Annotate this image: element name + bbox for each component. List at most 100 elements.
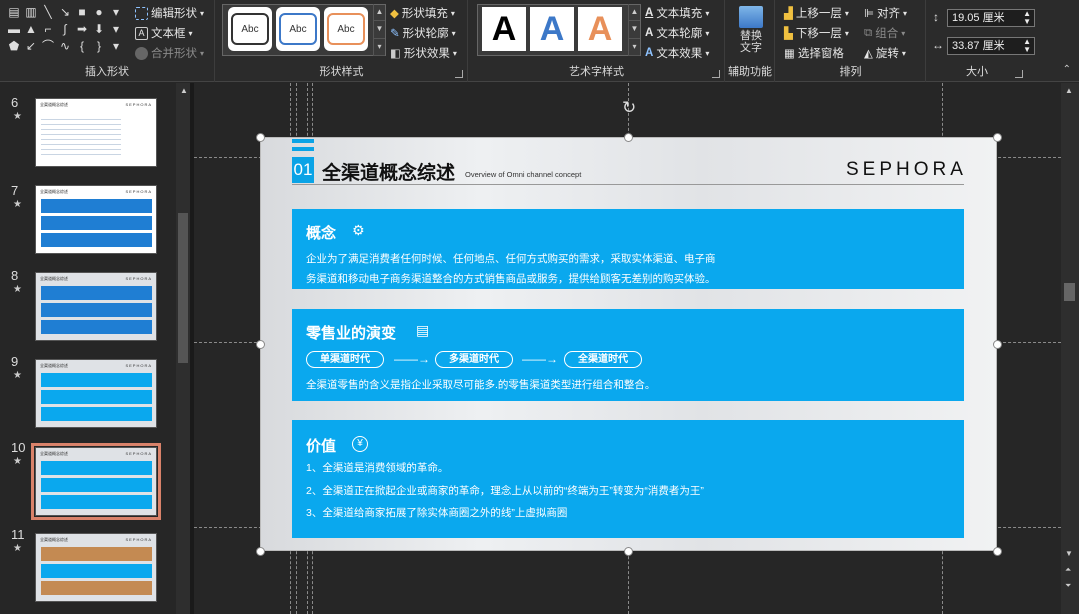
shape-effects-button[interactable]: ◧ 形状效果 ▾ (390, 45, 457, 61)
edit-shape-label: 编辑形状 (151, 8, 197, 20)
brace-left-shape-icon[interactable]: { (74, 38, 90, 55)
chevron-down-icon: ▾ (844, 8, 849, 18)
dialog-launcher-icon[interactable] (455, 70, 463, 78)
slide-thumbnail-8[interactable]: 全渠道概念综述 SEPHORA (35, 272, 157, 341)
triangle-shape-icon[interactable]: ▲ (23, 21, 39, 38)
slide-thumbnail-9[interactable]: 全渠道概念综述 SEPHORA (35, 359, 157, 428)
expand-gallery-icon[interactable]: ▾ (374, 39, 385, 56)
group-button[interactable]: ⧉ 组合 ▾ (864, 25, 905, 41)
previous-slide-icon[interactable]: ⏶ (1065, 565, 1071, 575)
shape-style-3[interactable]: Abc (324, 7, 368, 51)
next-slide-icon[interactable]: ⏷ (1065, 581, 1071, 591)
rotate-button[interactable]: ◭ 旋转 ▾ (864, 45, 906, 61)
scroll-up-icon[interactable]: ▲ (629, 4, 640, 22)
wordart-style-1[interactable]: A (482, 7, 526, 51)
thumb-logo: SEPHORA (125, 189, 152, 194)
resize-handle[interactable] (256, 547, 265, 556)
pentagon-shape-icon[interactable]: ⬟ (6, 38, 22, 55)
shape-style-2[interactable]: Abc (276, 7, 320, 51)
scroll-up-icon[interactable]: ▲ (180, 86, 188, 95)
send-backward-button[interactable]: ▙ 下移一层 ▾ (784, 25, 849, 41)
textbox-shape-icon[interactable]: ▤ (6, 4, 22, 21)
line-shape-icon[interactable]: ╲ (40, 4, 56, 21)
text-outline-label: 文本轮廓 (656, 28, 703, 40)
slide-thumbnail-11[interactable]: 全渠道概念综述 SEPHORA (35, 533, 157, 602)
text-effects-button[interactable]: A 文本效果 ▾ (645, 45, 709, 61)
resize-handle[interactable] (256, 340, 265, 349)
elbow-connector-shape-icon[interactable]: ⌐ (40, 21, 56, 38)
group-label: 组合 (875, 28, 899, 40)
slide-thumbnail-10[interactable]: 全渠道概念综述 SEPHORA (31, 443, 161, 520)
rotate-handle-icon[interactable]: ↻ (622, 98, 636, 118)
rounded-rect-shape-icon[interactable]: ▬ (6, 21, 22, 38)
slide-thumbnail-7[interactable]: 全渠道概念综述 SEPHORA (35, 185, 157, 254)
text-fill-icon: A (645, 7, 654, 19)
wordart-scroll[interactable]: ▲ ▼ ▾ (628, 4, 640, 56)
resize-handle[interactable] (993, 547, 1002, 556)
scroll-up-icon[interactable]: ▲ (1065, 86, 1073, 95)
thumbnail-scrollbar[interactable]: ▲ (176, 83, 190, 614)
scroll-down-icon[interactable]: ▼ (629, 21, 640, 39)
shapes-gallery[interactable]: ▤ ▥ ╲ ↘ ■ ● ▾ ▬ ▲ ⌐ ∫ ➡ ⬇ ▾ ⬟ ↙ ⌒ ∿ { } … (6, 4, 126, 58)
scroll-down-icon[interactable]: ▼ (1065, 549, 1073, 558)
bring-forward-button[interactable]: ▟ 上移一层 ▾ (784, 5, 849, 21)
shape-outline-button[interactable]: ✎ 形状轮廓 ▾ (390, 25, 456, 41)
shape-styles-scroll[interactable]: ▲ ▼ ▾ (373, 4, 385, 56)
slide-thumbnail-6[interactable]: 全渠道概念综述 SEPHORA (35, 98, 157, 167)
wordart-group: A A A ▲ ▼ ▾ A 文本填充 ▾ A 文本轮廓 ▾ A 文本效果 ▾ 艺术字样式 (469, 0, 725, 82)
shape-height-field[interactable]: 19.05 厘米 ▲ ▼ (947, 9, 1035, 27)
resize-handle[interactable] (993, 340, 1002, 349)
edit-shape-button[interactable]: 编辑形状 ▾ (135, 5, 204, 21)
shape-style-1[interactable]: Abc (228, 7, 272, 51)
collapse-ribbon-icon[interactable]: ⌃ (1063, 64, 1071, 75)
thumb-panel (41, 581, 152, 595)
curve-connector-shape-icon[interactable]: ∫ (57, 21, 73, 38)
shapes-scroll-icon[interactable]: ▾ (108, 21, 124, 38)
chevron-down-icon: ▾ (451, 28, 456, 38)
dialog-launcher-icon[interactable] (1015, 70, 1023, 78)
scroll-down-icon[interactable]: ▼ (374, 21, 385, 39)
vertical-textbox-shape-icon[interactable]: ▥ (23, 4, 39, 21)
resize-handle[interactable] (624, 133, 633, 142)
rectangle-shape-icon[interactable]: ■ (74, 4, 90, 21)
resize-handle[interactable] (256, 133, 265, 142)
dialog-launcher-icon[interactable] (712, 70, 720, 78)
thumb-title: 全渠道概念综述 (40, 363, 68, 368)
brace-right-shape-icon[interactable]: } (91, 38, 107, 55)
oval-shape-icon[interactable]: ● (91, 4, 107, 21)
align-button[interactable]: ⊫ 对齐 ▾ (864, 5, 907, 21)
text-outline-button[interactable]: A 文本轮廓 ▾ (645, 25, 709, 41)
alt-text-button[interactable]: 替换 文字 (734, 6, 768, 54)
slide-thumbnail-panel[interactable]: 6 ★ 全渠道概念综述 SEPHORA 7 ★ 全渠道概念综述 SEPHORA … (0, 83, 176, 614)
chevron-down-icon: ▾ (901, 48, 906, 58)
resize-handle[interactable] (993, 133, 1002, 142)
arrow-line-shape-icon[interactable]: ↘ (57, 4, 73, 21)
freeform-shape-icon[interactable]: ∿ (57, 38, 73, 55)
shapes-expand-icon[interactable]: ▾ (108, 38, 124, 55)
rotate-icon: ◭ (864, 48, 873, 60)
spinner-icon[interactable]: ▲ ▼ (1023, 38, 1031, 54)
arc-shape-icon[interactable]: ⌒ (40, 38, 56, 55)
line-arrow-shape-icon[interactable]: ↙ (23, 38, 39, 55)
text-fill-button[interactable]: A 文本填充 ▾ (645, 5, 709, 21)
merge-shapes-button[interactable]: 合并形状 ▾ (135, 45, 204, 61)
canvas-scrollbar[interactable]: ▲ ▼ ⏶ ⏷ (1061, 83, 1079, 614)
spinner-icon[interactable]: ▲ ▼ (1023, 10, 1031, 26)
scroll-up-icon[interactable]: ▲ (374, 4, 385, 22)
shape-fill-button[interactable]: ◆ 形状填充 ▾ (390, 5, 455, 21)
right-arrow-shape-icon[interactable]: ➡ (74, 21, 90, 38)
scrollbar-thumb[interactable] (178, 213, 188, 363)
down-arrow-shape-icon[interactable]: ⬇ (91, 21, 107, 38)
text-box-button[interactable]: A 文本框 ▾ (135, 25, 193, 41)
slide-editing-canvas[interactable]: 01 全渠道概念综述 Overview of Omni channel conc… (194, 83, 1061, 614)
width-icon: ↔ (932, 38, 944, 52)
shapes-more-icon[interactable]: ▾ (108, 4, 124, 21)
resize-handle[interactable] (624, 547, 633, 556)
size-label: 大小 (966, 66, 988, 78)
wordart-style-2[interactable]: A (530, 7, 574, 51)
scrollbar-thumb[interactable] (1064, 283, 1075, 301)
wordart-style-3[interactable]: A (578, 7, 622, 51)
shape-width-field[interactable]: 33.87 厘米 ▲ ▼ (947, 37, 1035, 55)
expand-gallery-icon[interactable]: ▾ (629, 39, 640, 56)
selection-pane-button[interactable]: ▦ 选择窗格 (784, 45, 844, 61)
